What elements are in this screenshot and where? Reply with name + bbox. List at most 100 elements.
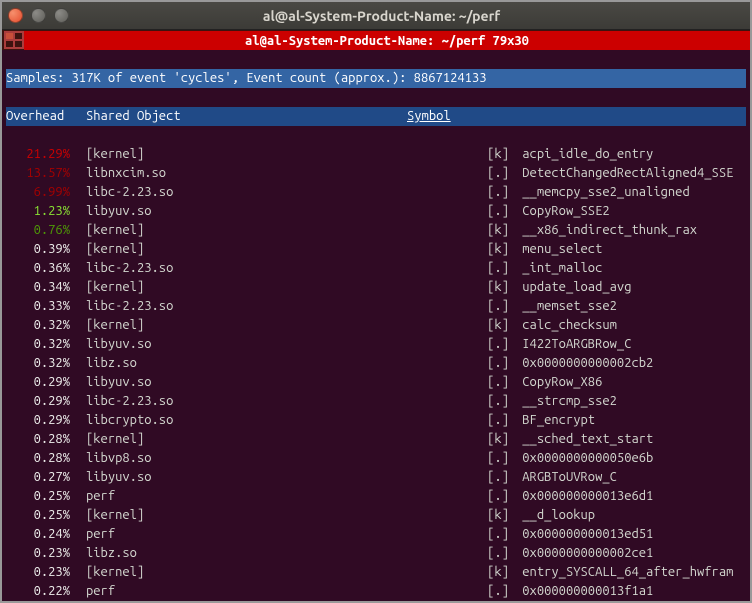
perf-row[interactable]: 0.24%perf[.] 0x000000000013ed51 (6, 525, 746, 544)
shared-object: libz.so (70, 544, 215, 563)
overhead-pct: 1.23% (6, 202, 70, 221)
launcher-icon[interactable] (4, 31, 24, 49)
perf-row[interactable]: 0.33%libc-2.23.so[.] __memset_sse2 (6, 297, 746, 316)
shared-object: libz.so (70, 354, 215, 373)
module-tag: [.] (407, 373, 515, 392)
terminal-tab[interactable]: al@al-System-Product-Name: ~/perf 79x30 (24, 31, 750, 50)
symbol: BF_encrypt (515, 411, 595, 430)
module-tag: [.] (407, 202, 515, 221)
perf-row[interactable]: 0.23%[kernel][k] entry_SYSCALL_64_after_… (6, 563, 746, 582)
overhead-pct: 0.32% (6, 316, 70, 335)
perf-row[interactable]: 6.99%libc-2.23.so[.] __memcpy_sse2_unali… (6, 183, 746, 202)
perf-row[interactable]: 0.25%perf[.] 0x000000000013e6d1 (6, 487, 746, 506)
perf-row[interactable]: 0.29%libcrypto.so[.] BF_encrypt (6, 411, 746, 430)
shared-object: libyuv.so (70, 468, 215, 487)
perf-row[interactable]: 0.36%libc-2.23.so[.] _int_malloc (6, 259, 746, 278)
perf-row[interactable]: 0.25%[kernel][k] __d_lookup (6, 506, 746, 525)
close-icon[interactable] (8, 8, 23, 23)
perf-row[interactable]: 0.34%[kernel][k] update_load_avg (6, 278, 746, 297)
symbol: DetectChangedRectAligned4_SSE (515, 164, 733, 183)
overhead-pct: 0.24% (6, 525, 70, 544)
shared-object: [kernel] (70, 145, 215, 164)
terminal-output[interactable]: Samples: 317K of event 'cycles', Event c… (2, 50, 750, 601)
overhead-pct: 0.33% (6, 297, 70, 316)
overhead-pct: 0.25% (6, 506, 70, 525)
perf-row[interactable]: 0.39%[kernel][k] menu_select (6, 240, 746, 259)
overhead-pct: 6.99% (6, 183, 70, 202)
window-titlebar: al@al-System-Product-Name: ~/perf (2, 2, 750, 29)
shared-object: libcrypto.so (70, 411, 215, 430)
module-tag: [.] (407, 468, 515, 487)
perf-row[interactable]: 21.29%[kernel] [k] acpi_idle_do_entry (6, 145, 746, 164)
symbol: __x86_indirect_thunk_rax (515, 221, 697, 240)
module-tag: [.] (407, 164, 515, 183)
perf-row[interactable]: 0.23%libz.so[.] 0x0000000000002ce1 (6, 544, 746, 563)
module-tag: [.] (407, 449, 515, 468)
module-tag: [.] (407, 354, 515, 373)
symbol: ARGBToUVRow_C (515, 468, 617, 487)
overhead-pct: 0.32% (6, 335, 70, 354)
shared-object: [kernel] (70, 278, 215, 297)
perf-row[interactable]: 0.22%perf [.] 0x000000000013f1a1 (6, 582, 746, 601)
shared-object: perf (70, 582, 215, 601)
perf-row[interactable]: 1.23%libyuv.so[.] CopyRow_SSE2 (6, 202, 746, 221)
perf-row[interactable]: 0.29%libc-2.23.so [.] __strcmp_sse2 (6, 392, 746, 411)
module-tag: [k] (407, 316, 515, 335)
perf-row[interactable]: 0.32%libyuv.so[.] I422ToARGBRow_C (6, 335, 746, 354)
terminal-menubar: al@al-System-Product-Name: ~/perf 79x30 (2, 29, 750, 50)
overhead-pct: 0.25% (6, 487, 70, 506)
perf-row[interactable]: 0.29%libyuv.so [.] CopyRow_X86 (6, 373, 746, 392)
perf-row[interactable]: 0.32%[kernel][k] calc_checksum (6, 316, 746, 335)
window-title: al@al-System-Product-Name: ~/perf (77, 8, 686, 24)
minimize-icon[interactable] (31, 8, 46, 23)
col-overhead: Overhead (6, 107, 70, 126)
symbol: I422ToARGBRow_C (515, 335, 631, 354)
samples-header: Samples: 317K of event 'cycles', Event c… (6, 71, 486, 85)
module-tag: [k] (407, 278, 515, 297)
symbol: entry_SYSCALL_64_after_hwfram (515, 563, 733, 582)
overhead-pct: 21.29% (6, 145, 70, 164)
symbol: __memcpy_sse2_unaligned (515, 183, 690, 202)
symbol: CopyRow_X86 (515, 373, 602, 392)
shared-object: libc-2.23.so (70, 392, 215, 411)
shared-object: libc-2.23.so (70, 259, 215, 278)
symbol: __d_lookup (515, 506, 595, 525)
shared-object: perf (70, 487, 215, 506)
perf-row[interactable]: 0.28%libvp8.so[.] 0x0000000000050e6b (6, 449, 746, 468)
symbol: 0x000000000013ed51 (515, 525, 653, 544)
module-tag: [.] (407, 487, 515, 506)
module-tag: [k] (407, 430, 515, 449)
maximize-icon[interactable] (54, 8, 69, 23)
perf-row[interactable]: 13.57%libnxcim.so[.] DetectChangedRectAl… (6, 164, 746, 183)
perf-row[interactable]: 0.76%[kernel][k] __x86_indirect_thunk_ra… (6, 221, 746, 240)
overhead-pct: 0.29% (6, 392, 70, 411)
module-tag: [.] (407, 544, 515, 563)
symbol: update_load_avg (515, 278, 631, 297)
perf-row[interactable]: 0.27%libyuv.so[.] ARGBToUVRow_C (6, 468, 746, 487)
module-tag: [.] (407, 525, 515, 544)
shared-object: libc-2.23.so (70, 297, 215, 316)
overhead-pct: 0.22% (6, 582, 70, 601)
module-tag: [.] (407, 392, 515, 411)
overhead-pct: 0.29% (6, 373, 70, 392)
module-tag: [.] (407, 582, 515, 601)
shared-object: [kernel] (70, 221, 215, 240)
overhead-pct: 0.23% (6, 563, 70, 582)
shared-object: [kernel] (70, 316, 215, 335)
symbol: acpi_idle_do_entry (515, 145, 653, 164)
shared-object: libvp8.so (70, 449, 215, 468)
overhead-pct: 0.29% (6, 411, 70, 430)
overhead-pct: 0.32% (6, 354, 70, 373)
symbol: __strcmp_sse2 (515, 392, 617, 411)
shared-object: [kernel] (70, 563, 215, 582)
module-tag: [k] (407, 145, 515, 164)
shared-object: [kernel] (70, 506, 215, 525)
shared-object: libyuv.so (70, 373, 215, 392)
module-tag: [k] (407, 221, 515, 240)
perf-row[interactable]: 0.28%[kernel][k] __sched_text_start (6, 430, 746, 449)
perf-row[interactable]: 0.32%libz.so[.] 0x0000000000002cb2 (6, 354, 746, 373)
symbol: __memset_sse2 (515, 297, 617, 316)
symbol: 0x000000000013f1a1 (515, 582, 653, 601)
shared-object: [kernel] (70, 430, 215, 449)
shared-object: libyuv.so (70, 335, 215, 354)
